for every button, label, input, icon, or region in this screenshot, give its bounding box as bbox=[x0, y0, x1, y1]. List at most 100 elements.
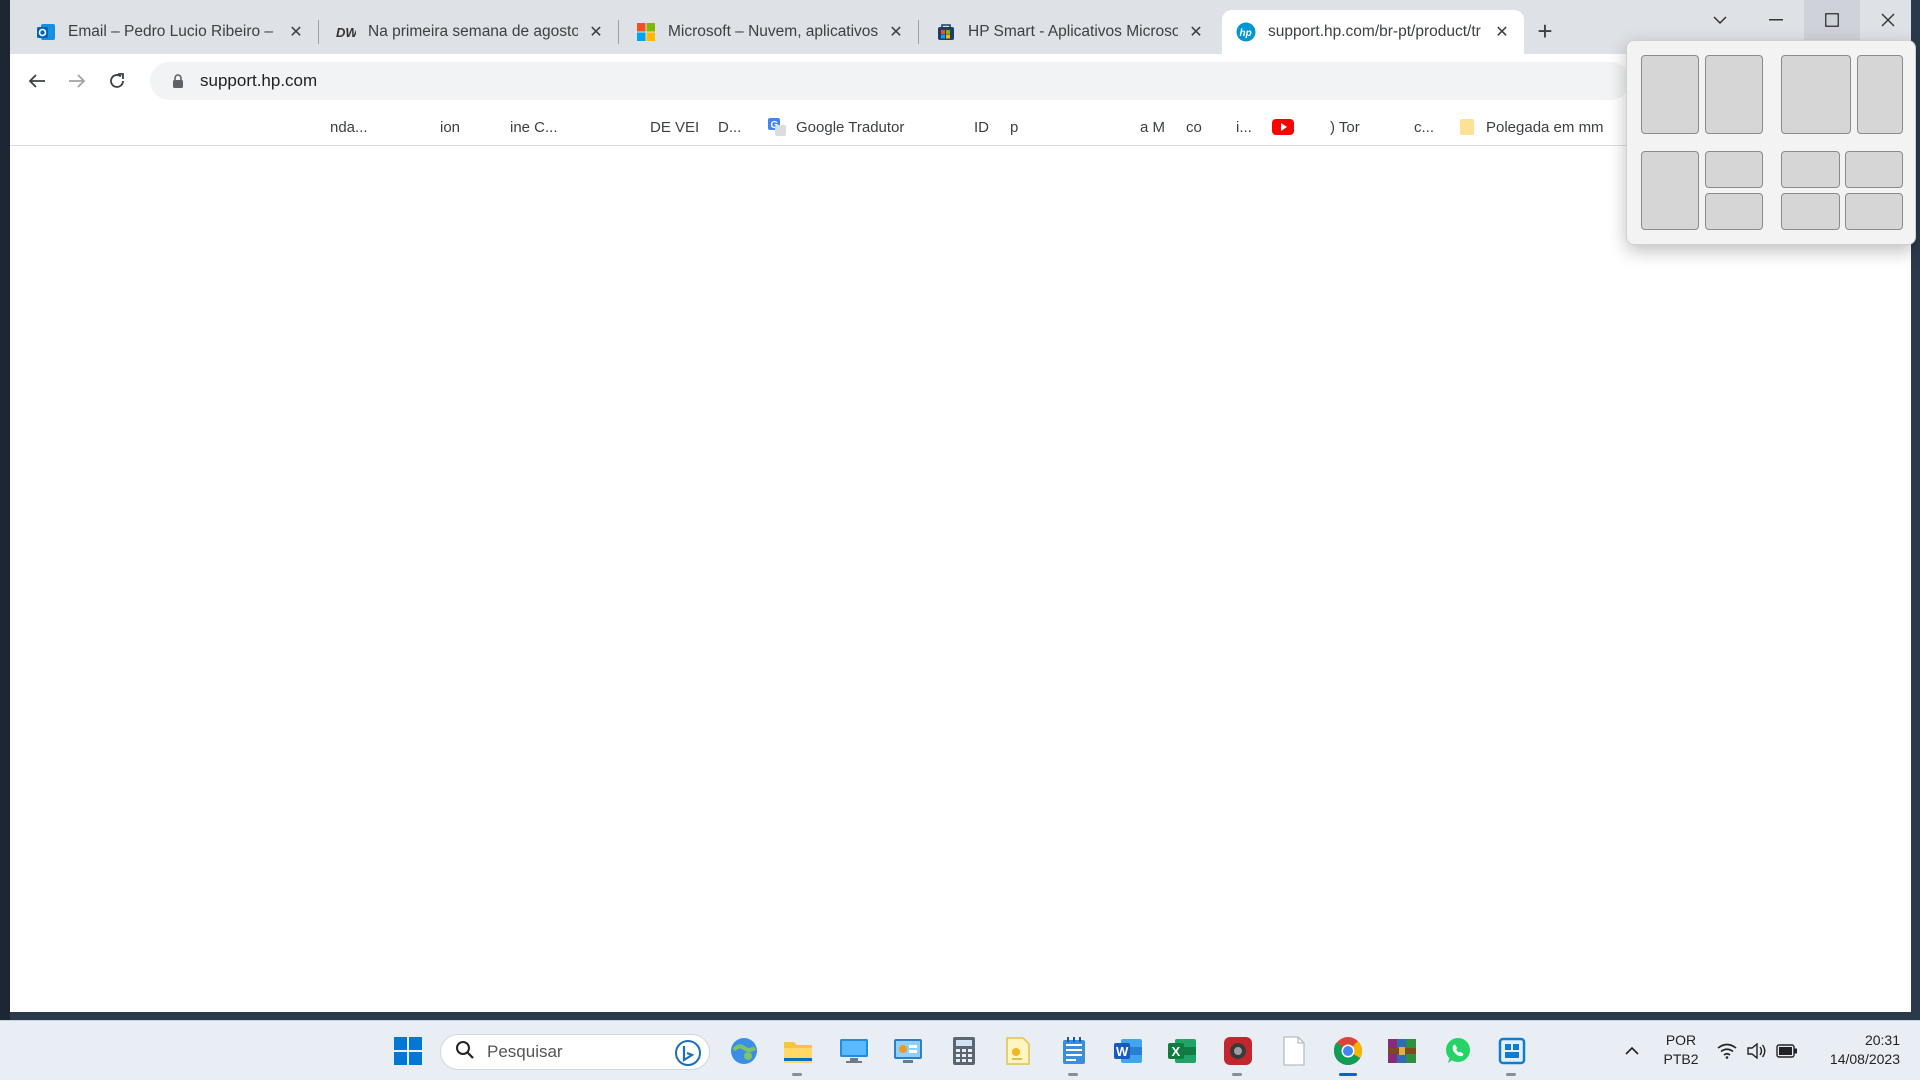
bookmark-polegada[interactable]: Polegada em mm bbox=[1458, 116, 1604, 138]
new-tab-button[interactable]: + bbox=[1530, 16, 1560, 46]
bookmark-label: i... bbox=[1236, 118, 1252, 136]
tab-separator bbox=[918, 20, 919, 44]
taskbar: Pesquisar W X POR PTB2 20:31 14/08/2023 bbox=[0, 1020, 1920, 1080]
active-app-indicator bbox=[1339, 1073, 1357, 1076]
snap-zone[interactable] bbox=[1781, 193, 1840, 230]
notepad-icon[interactable] bbox=[1058, 1035, 1090, 1067]
running-indicator bbox=[1506, 1073, 1516, 1076]
camera-app-icon[interactable] bbox=[1222, 1035, 1254, 1067]
word-icon[interactable]: W bbox=[1112, 1035, 1144, 1067]
snap-zone[interactable] bbox=[1641, 55, 1699, 134]
bookmark-item[interactable]: co bbox=[1186, 116, 1202, 138]
start-icon[interactable] bbox=[392, 1035, 424, 1067]
close-tab-icon[interactable]: ✕ bbox=[1186, 22, 1206, 42]
input-language-indicator[interactable]: POR PTB2 bbox=[1658, 1031, 1704, 1069]
bookmark-item[interactable]: c... bbox=[1414, 116, 1434, 138]
bookmark-item[interactable]: nda... bbox=[330, 116, 368, 138]
bookmark-item[interactable]: ion bbox=[440, 116, 460, 138]
address-bar[interactable]: support.hp.com bbox=[150, 62, 1630, 100]
network-app-icon[interactable] bbox=[1496, 1035, 1528, 1067]
outlook-icon bbox=[36, 22, 56, 42]
lock-icon[interactable] bbox=[170, 73, 186, 89]
bookmark-label: Google Tradutor bbox=[796, 118, 905, 136]
tab-separator bbox=[618, 20, 619, 44]
reload-icon[interactable] bbox=[102, 66, 132, 96]
bookmark-label: c... bbox=[1414, 118, 1435, 136]
whatsapp-icon[interactable] bbox=[1442, 1035, 1474, 1067]
bookmark-item[interactable]: DE VEI bbox=[650, 116, 699, 138]
taskbar-search[interactable]: Pesquisar bbox=[440, 1034, 710, 1070]
volume-icon[interactable] bbox=[1744, 1021, 1770, 1080]
snap-zone[interactable] bbox=[1641, 151, 1699, 230]
close-tab-icon[interactable]: ✕ bbox=[286, 22, 306, 42]
keyboard-layout: PTB2 bbox=[1663, 1051, 1699, 1067]
dw-icon: DW bbox=[336, 22, 356, 42]
bookmark-label: p bbox=[1010, 118, 1019, 136]
bookmark-youtube[interactable] bbox=[1272, 116, 1304, 138]
bookmark-item[interactable]: ID bbox=[974, 116, 989, 138]
snap-zone[interactable] bbox=[1781, 151, 1840, 188]
tab-hp-support[interactable]: hp support.hp.com/br-pt/product/tr ✕ bbox=[1222, 10, 1524, 54]
bookmark-label: ) Tor bbox=[1330, 118, 1360, 136]
svg-text:hp: hp bbox=[1240, 28, 1252, 39]
close-tab-icon[interactable]: ✕ bbox=[1492, 22, 1512, 42]
svg-text:W: W bbox=[1116, 1044, 1129, 1059]
clock-date: 14/08/2023 bbox=[1829, 1051, 1900, 1067]
wifi-icon[interactable] bbox=[1714, 1021, 1740, 1080]
snap-zone[interactable] bbox=[1845, 193, 1903, 230]
tab-title: Email – Pedro Lucio Ribeiro – Out bbox=[68, 23, 278, 40]
snap-zone[interactable] bbox=[1705, 151, 1763, 188]
snap-zone[interactable] bbox=[1857, 55, 1903, 134]
blank-file-icon[interactable] bbox=[1278, 1035, 1310, 1067]
svg-text:DW: DW bbox=[336, 25, 356, 40]
file-explorer-icon[interactable] bbox=[782, 1035, 814, 1067]
taskbar-clock[interactable]: 20:31 14/08/2023 bbox=[1810, 1031, 1900, 1069]
bing-icon[interactable] bbox=[675, 1040, 701, 1071]
battery-icon[interactable] bbox=[1774, 1021, 1800, 1080]
bookmark-item[interactable]: i... bbox=[1236, 116, 1252, 138]
tab-microsoft[interactable]: Microsoft – Nuvem, aplicativos e ✕ bbox=[622, 10, 918, 54]
minimize-icon[interactable] bbox=[1748, 0, 1804, 40]
bookmark-label: ID bbox=[974, 118, 989, 136]
bookmark-item[interactable]: a M bbox=[1140, 116, 1165, 138]
bookmark-google-tradutor[interactable]: G Google Tradutor bbox=[768, 116, 904, 138]
maximize-icon[interactable] bbox=[1804, 0, 1860, 40]
bookmark-item[interactable]: ) Tor bbox=[1330, 116, 1360, 138]
microsoft-icon bbox=[636, 22, 656, 42]
close-tab-icon[interactable]: ✕ bbox=[886, 22, 906, 42]
remote-desktop-icon[interactable] bbox=[838, 1035, 870, 1067]
bookmark-item[interactable]: p bbox=[1010, 116, 1018, 138]
snap-zone[interactable] bbox=[1705, 55, 1763, 134]
back-icon[interactable] bbox=[22, 66, 52, 96]
sticky-notes-icon[interactable] bbox=[1002, 1035, 1034, 1067]
clock-time: 20:31 bbox=[1864, 1032, 1900, 1048]
tab-hp-smart[interactable]: HP Smart - Aplicativos Microsoft ✕ bbox=[922, 10, 1218, 54]
bookmark-label: DE VEI bbox=[650, 118, 700, 136]
snap-zone[interactable] bbox=[1845, 151, 1903, 188]
excel-icon[interactable]: X bbox=[1166, 1035, 1198, 1067]
snap-zone[interactable] bbox=[1705, 193, 1763, 230]
language-code: POR bbox=[1665, 1032, 1697, 1048]
control-panel-icon[interactable] bbox=[892, 1035, 924, 1067]
tab-email[interactable]: Email – Pedro Lucio Ribeiro – Out ✕ bbox=[22, 10, 318, 54]
weather-icon[interactable] bbox=[728, 1035, 760, 1067]
address-url: support.hp.com bbox=[200, 71, 318, 90]
forward-icon[interactable] bbox=[62, 66, 92, 96]
close-window-icon[interactable] bbox=[1860, 0, 1916, 40]
bookmark-item[interactable]: ine C... bbox=[510, 116, 558, 138]
snap-zone[interactable] bbox=[1781, 55, 1851, 134]
tab-dw[interactable]: DW Na primeira semana de agosto o ✕ bbox=[322, 10, 618, 54]
chrome-icon[interactable] bbox=[1332, 1035, 1364, 1067]
bookmark-label: D... bbox=[718, 118, 742, 136]
calculator-icon[interactable] bbox=[948, 1035, 980, 1067]
bookmark-label: nda... bbox=[330, 118, 368, 136]
show-hidden-icons-chevron-icon[interactable] bbox=[1618, 1021, 1646, 1080]
tab-title: Na primeira semana de agosto o bbox=[368, 23, 578, 40]
tab-search-chevron-icon[interactable] bbox=[1692, 0, 1748, 40]
bookmark-label: co bbox=[1186, 118, 1202, 136]
winrar-icon[interactable] bbox=[1386, 1035, 1418, 1067]
bookmark-item[interactable]: D... bbox=[718, 116, 741, 138]
bookmark-label: Polegada em mm bbox=[1486, 118, 1604, 136]
close-tab-icon[interactable]: ✕ bbox=[586, 22, 606, 42]
bookmark-folder-icon bbox=[1458, 118, 1476, 136]
